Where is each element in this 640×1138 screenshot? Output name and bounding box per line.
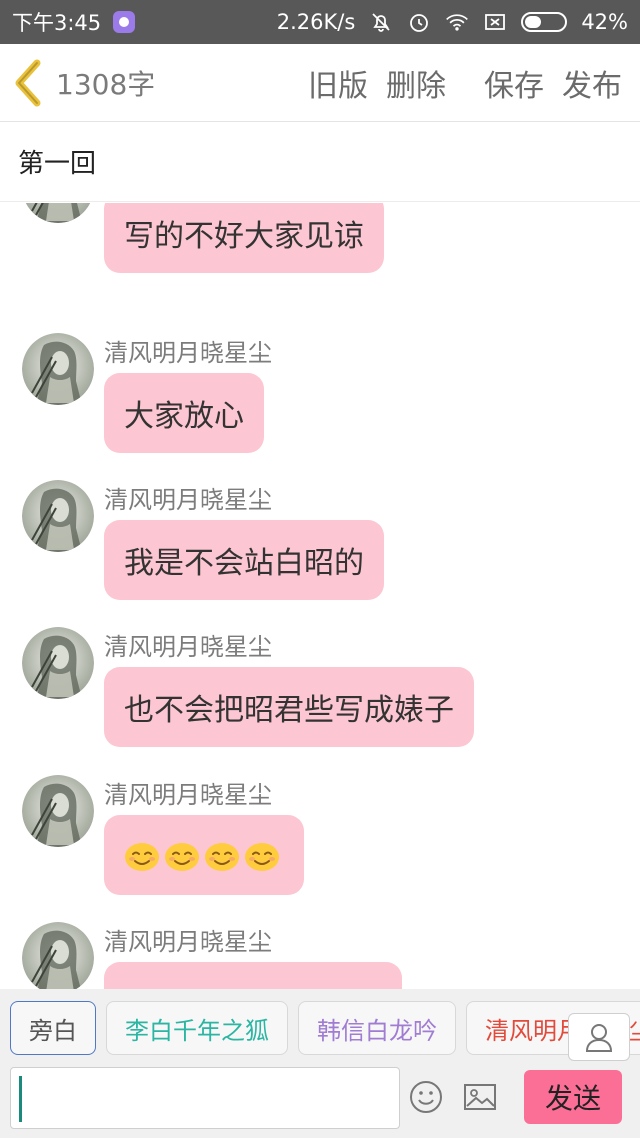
message-bubble[interactable]: 大家放心 (104, 373, 264, 453)
sender-name: 清风明月晓星尘 (104, 633, 272, 661)
sim-off-icon (483, 10, 507, 34)
smiley-icon (410, 1081, 442, 1113)
message-input[interactable] (10, 1067, 400, 1129)
message-text: 也不会把昭君些写成婊子 (124, 693, 454, 728)
chevron-left-icon (15, 59, 41, 106)
smiling-face-icon (164, 837, 200, 873)
battery-icon (521, 12, 568, 32)
chapter-title-text: 第一回 (18, 149, 97, 179)
alarm-icon (407, 10, 431, 34)
message-bubble[interactable]: 也不会把昭君些写成婊子 (104, 667, 474, 747)
sender-name: 清风明月晓星尘 (104, 781, 272, 809)
sender-name: 清风明月晓星尘 (104, 486, 272, 514)
role-chip-hanxin[interactable]: 韩信白龙吟 (298, 1001, 456, 1055)
save-button[interactable]: 保存 (484, 61, 544, 105)
chapter-title[interactable]: 第一回 (0, 122, 640, 202)
role-chip-narrator[interactable]: 旁白 (10, 1001, 96, 1055)
avatar[interactable] (22, 922, 94, 989)
send-button[interactable]: 发送 (524, 1070, 622, 1124)
image-button[interactable] (462, 1079, 498, 1115)
avatar[interactable] (22, 203, 94, 223)
input-bar: 发送 (0, 1067, 640, 1138)
sender-name: 清风明月晓星尘 (104, 928, 272, 956)
send-label: 发送 (544, 1082, 601, 1115)
role-chip-libai[interactable]: 李白千年之狐 (106, 1001, 288, 1055)
emoji-button[interactable] (408, 1079, 444, 1115)
message-text: 大家放心 (124, 399, 244, 434)
message-bubble[interactable] (104, 962, 402, 989)
message-text: 我是不会站白昭的 (124, 546, 364, 581)
smiling-face-icon (204, 837, 240, 873)
app-notification-icon (113, 11, 136, 33)
person-icon (585, 1024, 613, 1052)
avatar[interactable] (22, 627, 94, 699)
manage-roles-button[interactable] (568, 1013, 630, 1061)
message-bubble[interactable] (104, 815, 304, 895)
text-caret (19, 1076, 22, 1122)
editor-toolbar: 1308字 旧版 删除 保存 发布 (0, 44, 640, 122)
smiling-face-icon (244, 837, 280, 873)
message-bubble[interactable]: 我是不会站白昭的 (104, 520, 384, 600)
publish-button[interactable]: 发布 (562, 61, 622, 105)
avatar[interactable] (22, 775, 94, 847)
chat-area[interactable]: 写的不好大家见谅 清风明月晓星尘 大家放心 清风明月晓星尘 我是不会站白昭的 清… (0, 203, 640, 989)
message-text: 写的不好大家见谅 (124, 219, 364, 254)
role-label: 旁白 (29, 1016, 77, 1045)
avatar[interactable] (22, 333, 94, 405)
role-selector: 旁白 李白千年之狐 韩信白龙吟 清风明月晓星尘 (0, 989, 640, 1067)
old-version-button[interactable]: 旧版 (308, 61, 368, 105)
net-speed: 2.26K/s (276, 10, 356, 34)
role-label: 韩信白龙吟 (317, 1016, 437, 1045)
back-button[interactable] (0, 44, 56, 122)
battery-percent: 42% (581, 10, 628, 34)
mute-bell-icon (369, 10, 393, 34)
smiling-face-icon (124, 837, 160, 873)
image-icon (464, 1084, 496, 1110)
word-count: 1308字 (56, 67, 156, 101)
sender-name: 清风明月晓星尘 (104, 339, 272, 367)
message-bubble[interactable]: 写的不好大家见谅 (104, 203, 384, 273)
delete-button[interactable]: 删除 (386, 61, 446, 105)
wifi-icon (445, 10, 469, 34)
avatar[interactable] (22, 480, 94, 552)
status-bar: 下午3:45 2.26K/s 42% (0, 0, 640, 44)
role-label: 李白千年之狐 (125, 1016, 269, 1045)
status-time: 下午3:45 (12, 11, 102, 35)
